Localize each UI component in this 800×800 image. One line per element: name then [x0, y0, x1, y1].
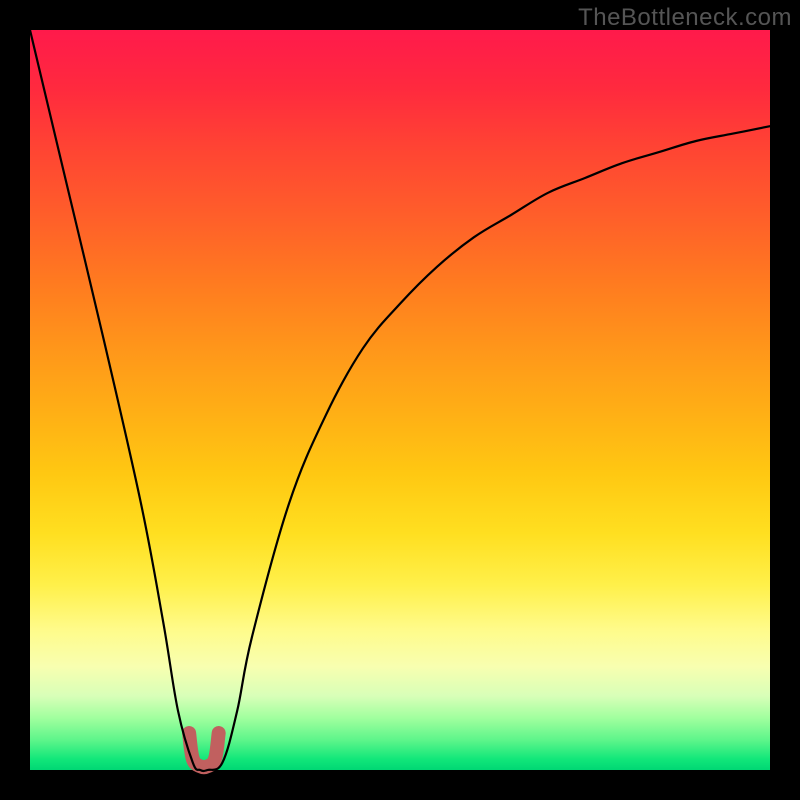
bottleneck-curve: [30, 30, 770, 771]
chart-frame: TheBottleneck.com: [0, 0, 800, 800]
watermark-text: TheBottleneck.com: [578, 4, 792, 32]
plot-area: [30, 30, 770, 770]
curves-svg: [30, 30, 770, 770]
